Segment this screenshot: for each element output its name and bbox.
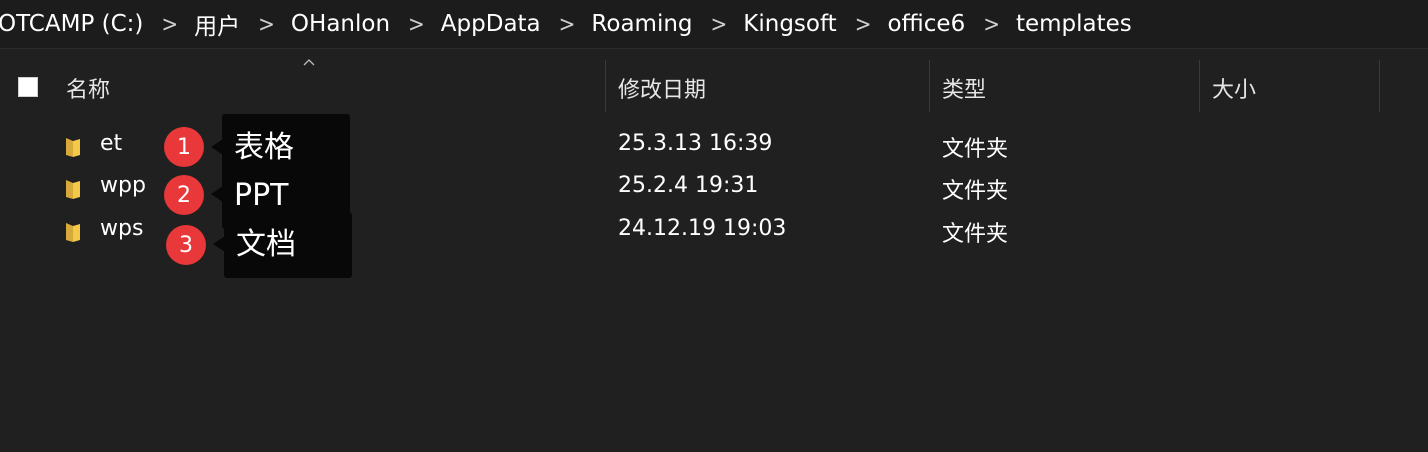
annotation-number-badge: 3 <box>166 225 206 265</box>
chevron-right-icon[interactable]: > <box>711 11 728 37</box>
breadcrumb-item-appdata[interactable]: AppData <box>437 11 545 37</box>
column-header-name[interactable]: 名称 <box>66 72 110 104</box>
file-modified: 25.3.13 16:39 <box>618 131 773 156</box>
annotation-label: PPT <box>234 178 289 213</box>
breadcrumb-item-roaming[interactable]: Roaming <box>587 11 696 37</box>
file-modified: 24.12.19 19:03 <box>618 216 787 241</box>
file-name[interactable]: wps <box>100 216 143 241</box>
chevron-right-icon[interactable]: > <box>983 11 1000 37</box>
annotation-number-badge: 2 <box>164 175 204 215</box>
badge-number: 1 <box>177 134 191 160</box>
chevron-right-icon[interactable]: > <box>559 11 576 37</box>
breadcrumb-item-templates[interactable]: templates <box>1012 11 1136 37</box>
column-divider[interactable] <box>1199 60 1200 112</box>
breadcrumb: OTCAMP (C:) > 用户 > OHanlon > AppData > R… <box>0 7 1136 41</box>
annotation-label: 表格 <box>234 130 294 165</box>
column-divider[interactable] <box>605 60 606 112</box>
file-name[interactable]: et <box>100 131 122 156</box>
column-header: 名称 修改日期 类型 大小 <box>0 60 1428 112</box>
file-type: 文件夹 <box>942 179 1009 204</box>
file-name[interactable]: wpp <box>100 173 146 198</box>
breadcrumb-item-users[interactable]: 用户 <box>190 7 244 41</box>
column-header-size[interactable]: 大小 <box>1212 72 1256 104</box>
folder-icon <box>66 138 80 157</box>
chevron-right-icon[interactable]: > <box>855 11 872 37</box>
column-header-modified[interactable]: 修改日期 <box>618 72 706 104</box>
column-header-type[interactable]: 类型 <box>942 72 986 104</box>
column-divider[interactable] <box>929 60 930 112</box>
annotation-number-badge: 1 <box>164 127 204 167</box>
chevron-right-icon[interactable]: > <box>258 11 275 37</box>
breadcrumb-item-drive[interactable]: OTCAMP (C:) <box>0 11 147 37</box>
badge-number: 2 <box>177 182 191 208</box>
file-type: 文件夹 <box>942 137 1009 162</box>
chevron-right-icon[interactable]: > <box>408 11 425 37</box>
annotation-pointer <box>213 236 225 252</box>
chevron-right-icon[interactable]: > <box>161 11 178 37</box>
folder-icon <box>66 223 80 242</box>
file-type: 文件夹 <box>942 222 1009 247</box>
folder-icon <box>66 180 80 199</box>
annotation-label: 文档 <box>236 227 296 262</box>
breadcrumb-item-user[interactable]: OHanlon <box>287 11 394 37</box>
badge-number: 3 <box>179 232 193 258</box>
breadcrumb-item-office6[interactable]: office6 <box>883 11 969 37</box>
annotation-pointer <box>211 139 223 155</box>
breadcrumb-item-kingsoft[interactable]: Kingsoft <box>739 11 840 37</box>
file-modified: 25.2.4 19:31 <box>618 173 759 198</box>
annotation-pointer <box>211 186 223 202</box>
column-divider[interactable] <box>1379 60 1380 112</box>
address-bar[interactable]: OTCAMP (C:) > 用户 > OHanlon > AppData > R… <box>0 0 1428 49</box>
select-all-checkbox[interactable] <box>18 77 38 97</box>
